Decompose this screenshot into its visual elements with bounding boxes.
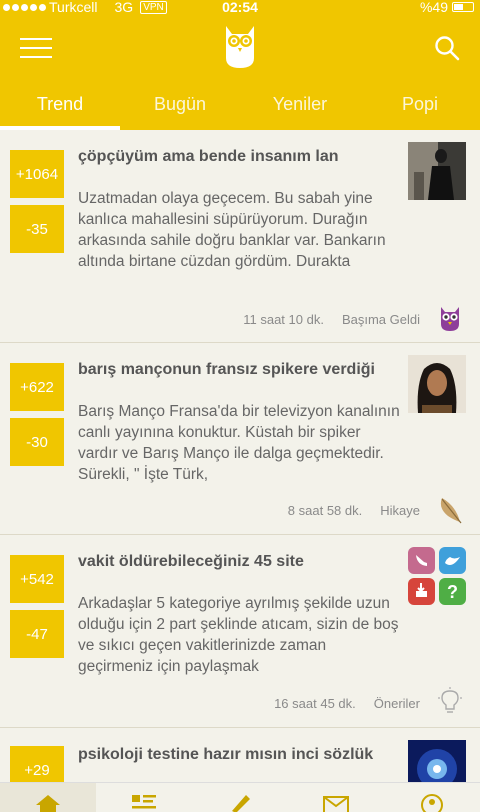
search-icon[interactable]	[434, 35, 460, 61]
section-tabs: Trend Bugün Yeniler Popi	[0, 84, 480, 130]
tab-yeniler[interactable]: Yeniler	[240, 84, 360, 130]
post-feed: +1064 -35 çöpçüyüm ama bende insanım lan…	[0, 130, 480, 782]
upvote-button[interactable]: +542	[10, 555, 64, 603]
post-thumbnail: ?	[408, 547, 466, 605]
tab-trend[interactable]: Trend	[0, 84, 120, 130]
owl-badge-icon	[441, 307, 459, 331]
nav-bar	[0, 16, 480, 84]
battery-icon	[452, 2, 474, 12]
downvote-button[interactable]: -47	[10, 610, 64, 658]
tabbar-home[interactable]	[0, 783, 96, 812]
post-time: 8 saat 58 dk.	[287, 503, 363, 518]
list-icon	[132, 795, 156, 809]
feather-icon	[440, 498, 462, 524]
bottom-tab-bar	[0, 782, 480, 812]
post-title[interactable]: çöpçüyüm ama bende insanım lan	[78, 148, 398, 166]
post-thumbnail	[408, 740, 466, 782]
post-excerpt: Arkadaşlar 5 kategoriye ayrılmış şekilde…	[78, 595, 399, 675]
home-icon	[36, 795, 60, 812]
post-title[interactable]: psikoloji testine hazır mısın inci sözlü…	[78, 746, 398, 764]
post-card[interactable]: +29 psikoloji testine hazır mısın inci s…	[0, 728, 480, 782]
lightbulb-icon	[438, 687, 462, 713]
battery-percent: %49	[419, 0, 448, 15]
post-excerpt: Uzatmadan olaya geçecem. Bu sabah yine k…	[78, 190, 386, 270]
post-category[interactable]: Öneriler	[374, 696, 420, 711]
post-card[interactable]: +1064 -35 çöpçüyüm ama bende insanım lan…	[0, 130, 480, 343]
tabbar-write[interactable]	[192, 783, 288, 812]
tabbar-messages[interactable]	[288, 783, 384, 812]
tabbar-list[interactable]	[96, 783, 192, 812]
profile-icon	[421, 794, 443, 812]
post-card[interactable]: +622 -30 barış mançonun fransız spikere …	[0, 343, 480, 535]
post-time: 11 saat 10 dk.	[243, 312, 324, 327]
status-bar: Turkcell 3G VPN 02:54 %49	[0, 0, 480, 16]
post-card[interactable]: +542 -47 vakit öldürebileceğiniz 45 site…	[0, 535, 480, 728]
post-excerpt: Barış Manço Fransa'da bir televizyon kan…	[78, 403, 400, 483]
hamburger-icon[interactable]	[20, 38, 52, 58]
owl-logo-icon	[226, 26, 254, 68]
downvote-button[interactable]: -35	[10, 205, 64, 253]
post-title[interactable]: vakit öldürebileceğiniz 45 site	[78, 553, 398, 571]
upvote-button[interactable]: +622	[10, 363, 64, 411]
tabbar-profile[interactable]	[384, 783, 480, 812]
post-thumbnail	[408, 355, 466, 413]
post-meta: 11 saat 10 dk. Başıma Geldi	[243, 312, 420, 327]
pen-icon	[232, 795, 250, 812]
post-category[interactable]: Hikaye	[380, 503, 420, 518]
post-time: 16 saat 45 dk.	[274, 696, 356, 711]
mail-icon	[323, 796, 349, 812]
tab-bugun[interactable]: Bugün	[120, 84, 240, 130]
post-meta: 8 saat 58 dk. Hikaye	[288, 503, 420, 518]
post-thumbnail	[408, 142, 466, 200]
upvote-button[interactable]: +1064	[10, 150, 64, 198]
upvote-button[interactable]: +29	[10, 746, 64, 782]
svg-text:?: ?	[447, 582, 458, 602]
post-category[interactable]: Başıma Geldi	[342, 312, 420, 327]
battery-indicator: %49	[420, 0, 474, 15]
post-title[interactable]: barış mançonun fransız spikere verdiği	[78, 361, 398, 379]
tab-popi[interactable]: Popi	[360, 84, 480, 130]
status-time: 02:54	[222, 0, 258, 15]
post-meta: 16 saat 45 dk. Öneriler	[274, 696, 420, 711]
downvote-button[interactable]: -30	[10, 418, 64, 466]
